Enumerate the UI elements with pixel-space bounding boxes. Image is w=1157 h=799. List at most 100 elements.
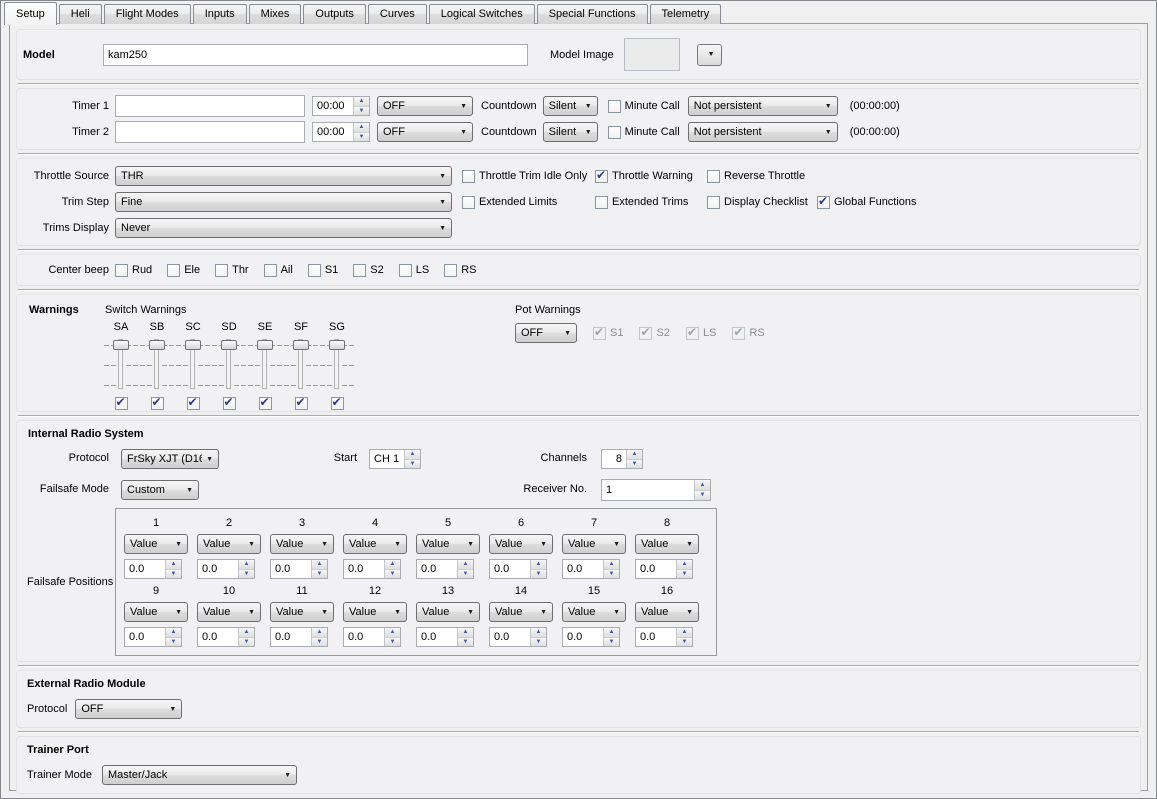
failsafe-mode-select-ch4[interactable]: Value▼	[343, 534, 407, 554]
channels-spin[interactable]: 8 ▲▼	[601, 449, 643, 469]
trim-step-select[interactable]: Fine ▼	[115, 192, 452, 212]
failsafe-mode-select-ch8[interactable]: Value▼	[635, 534, 699, 554]
spin-buttons[interactable]: ▲▼	[457, 560, 473, 578]
display-checklist-checkbox[interactable]	[707, 196, 720, 209]
failsafe-value-spin-ch9[interactable]: 0.0▲▼	[124, 627, 182, 647]
switch-warning-checkbox[interactable]	[187, 397, 200, 410]
tab-telemetry[interactable]: Telemetry	[650, 4, 722, 24]
spin-buttons[interactable]: ▲▼	[311, 628, 327, 646]
spin-up-icon[interactable]: ▲	[627, 450, 642, 460]
failsafe-mode-select-ch5[interactable]: Value▼	[416, 534, 480, 554]
spin-buttons[interactable]: ▲▼	[694, 480, 710, 500]
spin-down-icon[interactable]: ▼	[695, 491, 710, 501]
timer-mode-select[interactable]: OFF▼	[377, 122, 473, 142]
slider-handle[interactable]	[293, 340, 309, 350]
failsafe-value-spin-ch6[interactable]: 0.0▲▼	[489, 559, 547, 579]
timer-time-spin[interactable]: 00:00▲▼	[312, 122, 370, 142]
spin-buttons[interactable]: ▲▼	[404, 450, 420, 468]
failsafe-value-spin-ch15[interactable]: 0.0▲▼	[562, 627, 620, 647]
timer-time-spin[interactable]: 00:00▲▼	[312, 96, 370, 116]
spin-buttons[interactable]: ▲▼	[165, 628, 181, 646]
switch-warning-checkbox[interactable]	[295, 397, 308, 410]
failsafe-mode-select-ch15[interactable]: Value▼	[562, 602, 626, 622]
failsafe-value-spin-ch4[interactable]: 0.0▲▼	[343, 559, 401, 579]
spin-down-icon[interactable]: ▼	[627, 460, 642, 469]
timer-name-input[interactable]	[115, 121, 305, 143]
spin-buttons[interactable]: ▲▼	[626, 450, 642, 468]
tab-outputs[interactable]: Outputs	[303, 4, 366, 24]
global-functions-checkbox[interactable]	[817, 196, 830, 209]
spin-buttons[interactable]: ▲▼	[603, 560, 619, 578]
failsafe-mode-select[interactable]: Custom ▼	[121, 480, 199, 500]
failsafe-value-spin-ch16[interactable]: 0.0▲▼	[635, 627, 693, 647]
switch-warning-checkbox[interactable]	[151, 397, 164, 410]
failsafe-mode-select-ch1[interactable]: Value▼	[124, 534, 188, 554]
slider-handle[interactable]	[185, 340, 201, 350]
throttle-source-select[interactable]: THR ▼	[115, 166, 452, 186]
spin-buttons[interactable]: ▲▼	[676, 560, 692, 578]
failsafe-mode-select-ch14[interactable]: Value▼	[489, 602, 553, 622]
timer-mode-select[interactable]: OFF▼	[377, 96, 473, 116]
spin-buttons[interactable]: ▲▼	[165, 560, 181, 578]
start-channel-spin[interactable]: CH 1 ▲▼	[369, 449, 421, 469]
center-beep-checkbox-ele[interactable]	[167, 264, 180, 277]
timer-name-input[interactable]	[115, 95, 305, 117]
external-protocol-select[interactable]: OFF ▼	[75, 699, 182, 719]
tab-inputs[interactable]: Inputs	[193, 4, 247, 24]
tab-flight-modes[interactable]: Flight Modes	[104, 4, 191, 24]
failsafe-value-spin-ch11[interactable]: 0.0▲▼	[270, 627, 328, 647]
tab-special-functions[interactable]: Special Functions	[537, 4, 648, 24]
failsafe-mode-select-ch16[interactable]: Value▼	[635, 602, 699, 622]
slider-handle[interactable]	[221, 340, 237, 350]
failsafe-mode-select-ch6[interactable]: Value▼	[489, 534, 553, 554]
spin-buttons[interactable]: ▲▼	[530, 628, 546, 646]
spin-buttons[interactable]: ▲▼	[353, 123, 369, 141]
failsafe-mode-select-ch9[interactable]: Value▼	[124, 602, 188, 622]
switch-position-slider[interactable]	[175, 337, 211, 391]
internal-protocol-select[interactable]: FrSky XJT (D16) ▼	[121, 449, 219, 469]
spin-buttons[interactable]: ▲▼	[384, 560, 400, 578]
center-beep-checkbox-ls[interactable]	[399, 264, 412, 277]
spin-up-icon[interactable]: ▲	[405, 450, 420, 460]
spin-buttons[interactable]: ▲▼	[311, 560, 327, 578]
model-image-dropdown[interactable]: ▼	[697, 44, 722, 66]
slider-handle[interactable]	[149, 340, 165, 350]
failsafe-mode-select-ch12[interactable]: Value▼	[343, 602, 407, 622]
slider-handle[interactable]	[257, 340, 273, 350]
failsafe-mode-select-ch7[interactable]: Value▼	[562, 534, 626, 554]
throttle-trim-idle-only-checkbox[interactable]	[462, 170, 475, 183]
minute-call-checkbox[interactable]	[608, 126, 621, 139]
failsafe-value-spin-ch1[interactable]: 0.0▲▼	[124, 559, 182, 579]
switch-position-slider[interactable]	[103, 337, 139, 391]
tab-setup[interactable]: Setup	[4, 2, 57, 25]
failsafe-value-spin-ch3[interactable]: 0.0▲▼	[270, 559, 328, 579]
spin-buttons[interactable]: ▲▼	[676, 628, 692, 646]
failsafe-value-spin-ch8[interactable]: 0.0▲▼	[635, 559, 693, 579]
center-beep-checkbox-rud[interactable]	[115, 264, 128, 277]
spin-buttons[interactable]: ▲▼	[457, 628, 473, 646]
failsafe-mode-select-ch10[interactable]: Value▼	[197, 602, 261, 622]
spin-buttons[interactable]: ▲▼	[238, 560, 254, 578]
timer-persistence-select[interactable]: Not persistent▼	[688, 96, 838, 116]
center-beep-checkbox-rs[interactable]	[444, 264, 457, 277]
slider-handle[interactable]	[329, 340, 345, 350]
spin-buttons[interactable]: ▲▼	[238, 628, 254, 646]
spin-buttons[interactable]: ▲▼	[530, 560, 546, 578]
failsafe-value-spin-ch14[interactable]: 0.0▲▼	[489, 627, 547, 647]
receiver-number-spin[interactable]: 1 ▲▼	[601, 479, 711, 501]
switch-warning-checkbox[interactable]	[223, 397, 236, 410]
center-beep-checkbox-s2[interactable]	[353, 264, 366, 277]
failsafe-mode-select-ch2[interactable]: Value▼	[197, 534, 261, 554]
trims-display-select[interactable]: Never ▼	[115, 218, 452, 238]
failsafe-value-spin-ch7[interactable]: 0.0▲▼	[562, 559, 620, 579]
switch-warning-checkbox[interactable]	[331, 397, 344, 410]
switch-position-slider[interactable]	[283, 337, 319, 391]
minute-call-checkbox[interactable]	[608, 100, 621, 113]
switch-position-slider[interactable]	[211, 337, 247, 391]
spin-up-icon[interactable]: ▲	[695, 480, 710, 491]
trainer-mode-select[interactable]: Master/Jack ▼	[102, 765, 297, 785]
switch-warning-checkbox[interactable]	[115, 397, 128, 410]
tab-curves[interactable]: Curves	[368, 4, 427, 24]
failsafe-value-spin-ch2[interactable]: 0.0▲▼	[197, 559, 255, 579]
timer-countdown-select[interactable]: Silent▼	[543, 122, 598, 142]
